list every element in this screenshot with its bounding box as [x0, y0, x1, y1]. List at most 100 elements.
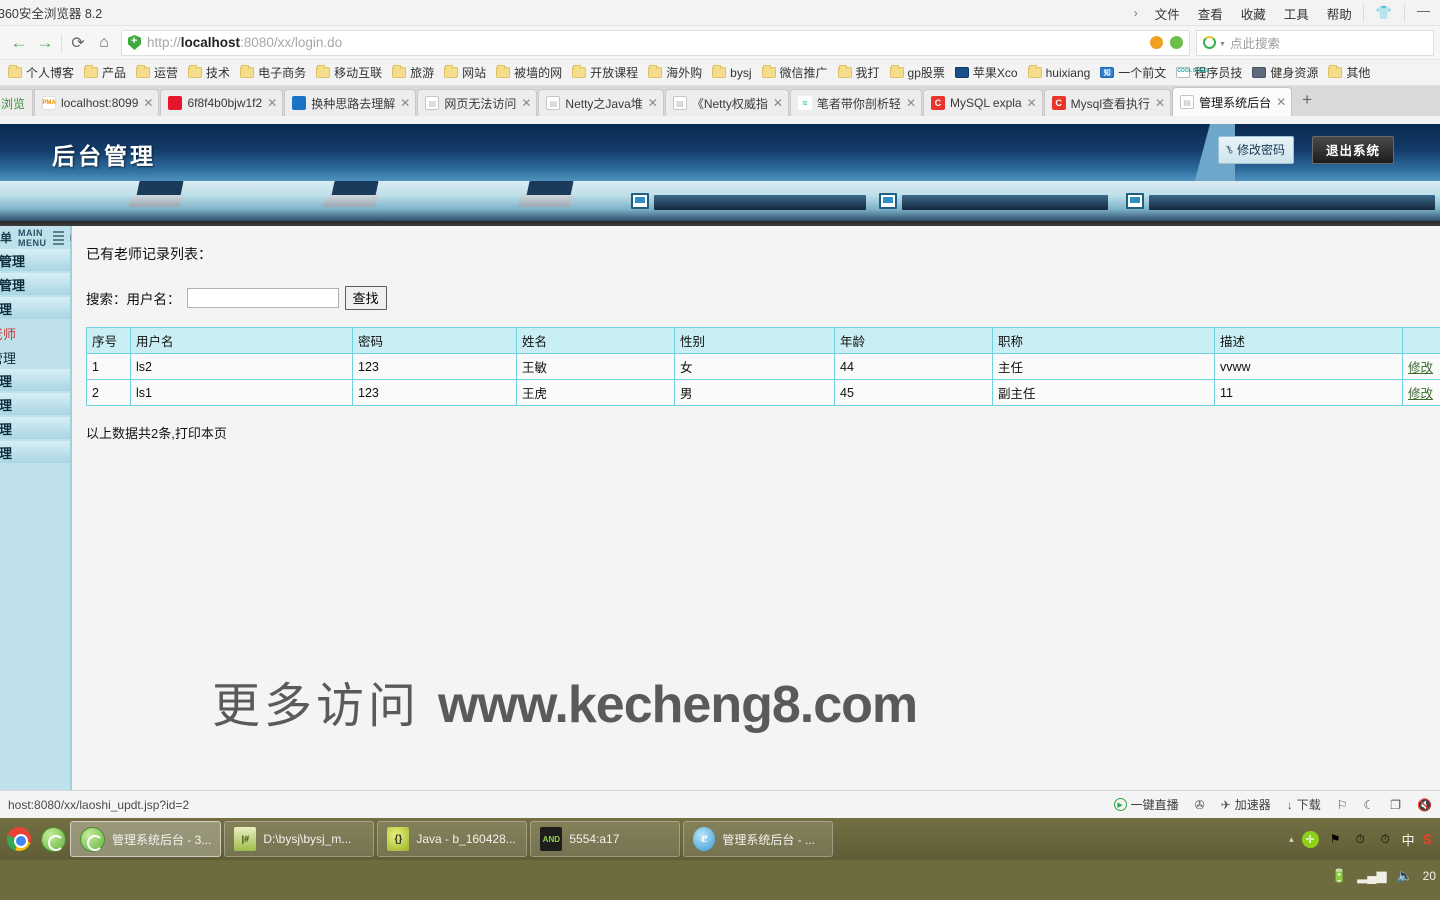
window-icon[interactable]: ❐: [1390, 798, 1401, 812]
bookmark-item[interactable]: 个人博客: [4, 62, 80, 83]
menu-file[interactable]: 文件: [1146, 0, 1189, 27]
skin-shirt-icon[interactable]: 👕: [1366, 5, 1402, 21]
speed-dial-icon[interactable]: ✇: [1195, 798, 1205, 812]
tab-close-icon[interactable]: ✕: [1155, 96, 1165, 110]
bookmark-item[interactable]: 海外购: [644, 62, 708, 83]
mute-icon[interactable]: 🔇: [1417, 798, 1432, 812]
chevron-down-icon[interactable]: ▼: [1219, 41, 1226, 48]
sidebar-item[interactable]: 员管理: [0, 249, 70, 273]
volume-mute-icon[interactable]: 🔈: [1396, 868, 1412, 884]
clock-user-icon[interactable]: ⏱: [1352, 831, 1369, 848]
forward-button[interactable]: →: [32, 30, 58, 56]
taskbar-chrome-icon[interactable]: [2, 822, 36, 856]
exit-system-button[interactable]: 退出系统: [1311, 136, 1394, 164]
browser-tab[interactable]: ▤ 《Netty权威指 ✕: [664, 89, 789, 116]
tab-close-icon[interactable]: ✕: [1027, 96, 1037, 110]
tab-close-icon[interactable]: ✕: [143, 96, 153, 110]
change-password-button[interactable]: ⚷ 修改密码: [1217, 136, 1294, 164]
username-search-input[interactable]: [186, 288, 339, 308]
home-button[interactable]: ⌂: [91, 30, 117, 56]
tab-close-icon[interactable]: ✕: [400, 96, 410, 110]
sidebar-item[interactable]: 管理: [0, 297, 70, 321]
taskbar-task[interactable]: e 管理系统后台 - ...: [683, 821, 834, 857]
bookmark-item[interactable]: 开放课程: [568, 62, 644, 83]
hamburger-icon[interactable]: [52, 230, 64, 245]
ime-indicator[interactable]: 中: [1402, 830, 1415, 849]
browser-tab[interactable]: PMA localhost:8099 ✕: [34, 89, 160, 116]
menu-tools[interactable]: 工具: [1275, 0, 1318, 27]
sidebar-item[interactable]: 管理: [0, 417, 70, 441]
browser-tab[interactable]: ▤ 管理系统后台 ✕: [1172, 87, 1293, 116]
bookmark-item[interactable]: bysj: [708, 64, 757, 82]
bookmark-item[interactable]: 其他: [1324, 62, 1376, 83]
tab-close-icon[interactable]: ✕: [773, 96, 783, 110]
bookmark-item[interactable]: 我打: [834, 62, 886, 83]
bookmark-item[interactable]: 健身资源: [1248, 62, 1324, 83]
taskbar-task[interactable]: AND 5554:a17: [530, 821, 681, 857]
taskbar-task[interactable]: 管理系统后台 - 3...: [70, 821, 222, 857]
browser-tab[interactable]: 6f8f4b0bjw1f2 ✕: [160, 89, 284, 116]
tray-expand-icon[interactable]: ▴: [1289, 834, 1294, 845]
sidebar-item[interactable]: 管理: [0, 393, 70, 417]
battery-icon[interactable]: 🔋: [1331, 868, 1347, 884]
edit-link[interactable]: 修改: [1408, 387, 1433, 401]
flag-blocked-icon[interactable]: ⚑: [1327, 831, 1344, 848]
taskbar-task[interactable]: {} Java - b_160428...: [377, 821, 528, 857]
bookmark-item[interactable]: 微信推广: [758, 62, 834, 83]
bookmark-item[interactable]: 技术: [184, 62, 236, 83]
tab-close-icon[interactable]: ✕: [906, 96, 916, 110]
browser-tab[interactable]: C Mysql查看执行 ✕: [1043, 89, 1172, 116]
sogou-icon[interactable]: S: [1423, 831, 1432, 847]
shield-badge-icon[interactable]: [1150, 36, 1163, 49]
signal-icon[interactable]: ▂▄▆: [1357, 868, 1386, 884]
taskbar-task[interactable]: |# D:\bysj\bysj_m...: [224, 821, 375, 857]
address-bar[interactable]: http://localhost:8080/xx/login.do: [121, 29, 1190, 56]
new-tab-button[interactable]: +: [1293, 90, 1321, 112]
menu-view[interactable]: 查看: [1189, 0, 1232, 27]
browser-tab[interactable]: 换种思路去理解 ✕: [284, 89, 417, 116]
taskbar-browser360-icon[interactable]: [36, 822, 70, 856]
plus-circle-icon[interactable]: ✛: [1301, 830, 1319, 848]
reload-button[interactable]: ⟳: [65, 30, 91, 56]
clock-user-icon[interactable]: ⏱: [1377, 831, 1394, 848]
bookmark-item[interactable]: 运营: [132, 62, 184, 83]
tab-close-icon[interactable]: ✕: [1276, 95, 1286, 109]
tab-close-icon[interactable]: ✕: [521, 96, 531, 110]
sidebar-item[interactable]: 管理: [0, 345, 70, 369]
tab-pinned-screen-capture[interactable]: 屏浏览: [0, 89, 34, 116]
sidebar-item[interactable]: 老师: [0, 321, 70, 345]
search-input[interactable]: ▼ 点此搜索: [1196, 29, 1434, 56]
bookmark-item[interactable]: 知一个前文: [1096, 62, 1172, 83]
bookmark-item[interactable]: COOL SHELL 程序员技: [1172, 62, 1248, 83]
bookmark-item[interactable]: 旅游: [388, 62, 440, 83]
bookmark-item[interactable]: huixiang: [1024, 64, 1097, 82]
find-button[interactable]: 查找: [344, 286, 387, 310]
moon-icon[interactable]: ☾: [1364, 798, 1375, 812]
download-button[interactable]: ↓ 下载: [1287, 796, 1321, 813]
menu-favorites[interactable]: 收藏: [1232, 0, 1275, 27]
flag-icon[interactable]: ⚐: [1337, 798, 1348, 812]
bookmark-item[interactable]: 网站: [440, 62, 492, 83]
bookmark-item[interactable]: 被墙的网: [492, 62, 568, 83]
menu-help[interactable]: 帮助: [1318, 0, 1361, 27]
browser-tab[interactable]: C MySQL expla ✕: [923, 89, 1043, 116]
bookmark-item[interactable]: 电子商务: [236, 62, 312, 83]
tab-close-icon[interactable]: ✕: [648, 96, 658, 110]
bookmark-item[interactable]: 移动互联: [312, 62, 388, 83]
browser-tab[interactable]: ▤ 网页无法访问 ✕: [417, 89, 538, 116]
browser-tab[interactable]: ≈ 笔者带你剖析轻 ✕: [789, 89, 922, 116]
tab-close-icon[interactable]: ✕: [267, 96, 277, 110]
browser-tab[interactable]: ▤ Netty之Java堆 ✕: [538, 89, 664, 116]
sidebar-item[interactable]: 管理: [0, 441, 70, 465]
edit-link[interactable]: 修改: [1408, 361, 1433, 375]
translate-icon[interactable]: [1170, 36, 1183, 49]
menu-chevron-icon[interactable]: ›: [1126, 6, 1146, 20]
sidebar-item[interactable]: 户管理: [0, 273, 70, 297]
back-button[interactable]: ←: [6, 30, 32, 56]
bookmark-item[interactable]: 产品: [80, 62, 132, 83]
accelerator-button[interactable]: ✈ 加速器: [1221, 796, 1271, 813]
minimize-button[interactable]: —: [1407, 3, 1440, 24]
live-broadcast-button[interactable]: ▶ 一键直播: [1113, 796, 1179, 813]
bookmark-item[interactable]: gp股票: [886, 62, 951, 83]
bookmark-item[interactable]: 苹果Xco: [951, 62, 1024, 83]
